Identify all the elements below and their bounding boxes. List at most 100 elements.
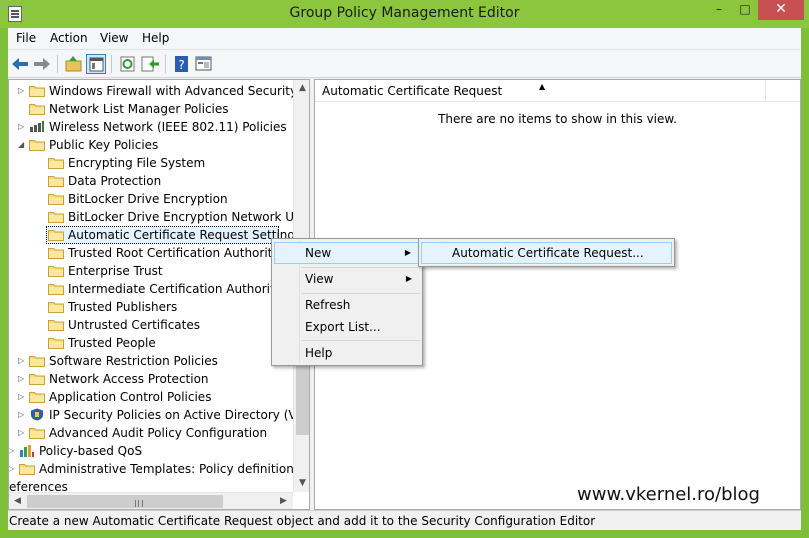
tree-item[interactable]: ▷ Policy-based QoS [9,442,293,460]
help-icon[interactable]: ? [172,54,192,74]
tree-item-label: Encrypting File System [68,156,206,170]
tree-item[interactable]: Automatic Certificate Request Settings [9,226,301,244]
horizontal-scroll-thumb[interactable] [27,495,223,508]
expand-arrow-icon[interactable]: ▷ [18,370,28,388]
gpme-window: Group Policy Management Editor – □ ✕ Fil… [0,0,809,538]
context-menu-view[interactable]: View ▶ [274,268,420,290]
tree-item[interactable]: ▷ Advanced Audit Policy Configuration [9,424,293,442]
tree-item[interactable]: Encrypting File System [9,154,293,172]
expand-arrow-icon[interactable]: ▷ [18,424,28,442]
forward-arrow-icon[interactable] [32,54,52,74]
tree-item[interactable]: Trusted Publishers [9,298,293,316]
folder-icon [48,228,64,241]
collapse-arrow-icon[interactable]: ◢ [18,136,28,154]
menu-action[interactable]: Action [50,31,88,45]
folder-icon [29,390,45,403]
menu-view[interactable]: View [100,31,128,45]
ip-security-icon [29,408,45,421]
column-header-name[interactable]: Automatic Certificate Request ▲ [315,80,766,102]
scroll-down-arrow[interactable]: ▼ [294,475,309,492]
tree-item-label: Trusted Root Certification Authorities [68,246,290,260]
qos-chart-icon [19,444,35,457]
menu-bar: File Action View Help [8,28,801,50]
folder-icon [29,102,45,115]
submenu-arrow-icon: ▶ [405,274,412,283]
tree-item[interactable]: Network List Manager Policies [9,100,293,118]
toolbar-separator [111,55,112,73]
submenu-automatic-certificate-request[interactable]: Automatic Certificate Request... [421,242,672,264]
context-menu-refresh[interactable]: Refresh [274,294,420,316]
tree-item[interactable]: ▷ Network Access Protection [9,370,293,388]
tree-item[interactable]: ▷ Administrative Templates: Policy defini… [9,460,309,478]
folder-icon [48,336,64,349]
refresh-icon[interactable] [118,54,138,74]
context-menu-new[interactable]: New ▶ [274,242,420,264]
expand-arrow-icon[interactable]: ▷ [18,352,28,370]
tree-item-label: Policy-based QoS [39,444,143,458]
expand-arrow-icon[interactable]: ▷ [18,82,28,100]
window-title: Group Policy Management Editor [289,5,520,21]
scroll-left-arrow[interactable]: ◀ [9,493,26,509]
tree-item-label: Trusted People [68,336,156,350]
tree-item-label: Data Protection [68,174,162,188]
tree-item-label: Administrative Templates: Policy definit… [39,462,309,476]
maximize-button[interactable]: □ [732,0,758,20]
expand-arrow-icon[interactable]: ▷ [9,460,18,478]
tree-item[interactable]: ▷ Application Control Policies [9,388,293,406]
folder-icon [48,174,64,187]
expand-arrow-icon[interactable]: ▷ [9,442,18,460]
tree-item-label: Network Access Protection [49,372,209,386]
tree-item[interactable]: Trusted Root Certification Authorities [9,244,293,262]
folder-icon [48,264,64,277]
tree-item[interactable]: ▷ Windows Firewall with Advanced Security [9,82,297,100]
menu-separator [302,340,420,341]
menu-help[interactable]: Help [142,31,169,45]
tree-item-label: Intermediate Certification Authorities [68,282,292,296]
tree-item-label: Trusted Publishers [68,300,178,314]
tree-item[interactable]: Enterprise Trust [9,262,293,280]
tree-item[interactable]: ◢ Public Key Policies [9,136,293,154]
context-menu-help[interactable]: Help [274,342,420,364]
expand-arrow-icon[interactable]: ▷ [18,406,28,424]
context-menu-export-list[interactable]: Export List... [274,316,420,338]
tree-item[interactable]: ▷ Software Restriction Policies [9,352,293,370]
folder-icon [29,426,45,439]
tree-item-label: IP Security Policies on Active Directory… [49,408,310,422]
tree-item[interactable]: Intermediate Certification Authorities [9,280,293,298]
tree-horizontal-scrollbar[interactable]: ◀ ▶ [9,492,293,509]
properties-icon[interactable] [194,54,214,74]
tree-item-label: Public Key Policies [49,138,159,152]
tree-item[interactable]: BitLocker Drive Encryption [9,190,293,208]
folder-icon [29,84,45,97]
tree-item[interactable]: Untrusted Certificates [9,316,293,334]
export-list-icon[interactable] [140,54,160,74]
tree-item[interactable]: Data Protection [9,172,293,190]
tree-item-label: Advanced Audit Policy Configuration [49,426,268,440]
show-hide-tree-icon[interactable] [86,54,106,74]
expand-arrow-icon[interactable]: ▷ [18,388,28,406]
sort-ascending-icon: ▲ [539,82,546,91]
menu-file[interactable]: File [16,31,36,45]
folder-icon [48,210,64,223]
tree-item-label: BitLocker Drive Encryption [68,192,228,206]
title-bar[interactable]: Group Policy Management Editor – □ ✕ [0,0,809,28]
minimize-button[interactable]: – [706,0,732,20]
new-submenu: Automatic Certificate Request... [418,238,675,267]
tree-item[interactable]: Trusted People [9,334,293,352]
back-arrow-icon[interactable] [10,54,30,74]
tree-item-label: Software Restriction Policies [49,354,218,368]
empty-view-message: There are no items to show in this view. [438,112,677,126]
tree-item[interactable]: BitLocker Drive Encryption Network Unloc [9,208,309,226]
tree-item-label: Enterprise Trust [68,264,163,278]
status-text: Create a new Automatic Certificate Reque… [9,514,596,528]
expand-arrow-icon[interactable]: ▷ [18,118,28,136]
scroll-right-arrow[interactable]: ▶ [275,493,292,509]
tree-item[interactable]: ▷ Wireless Network (IEEE 802.11) Policies [9,118,293,136]
svg-text:?: ? [178,58,184,72]
up-folder-icon[interactable] [64,54,84,74]
console-tree[interactable]: ▷ Windows Firewall with Advanced Security… [8,79,310,510]
column-header-row: Automatic Certificate Request ▲ [315,80,800,102]
tree-item[interactable]: ▷ IP Security Policies on Active Director… [9,406,309,424]
close-button[interactable]: ✕ [758,0,804,20]
scroll-up-arrow[interactable]: ▲ [294,80,309,97]
